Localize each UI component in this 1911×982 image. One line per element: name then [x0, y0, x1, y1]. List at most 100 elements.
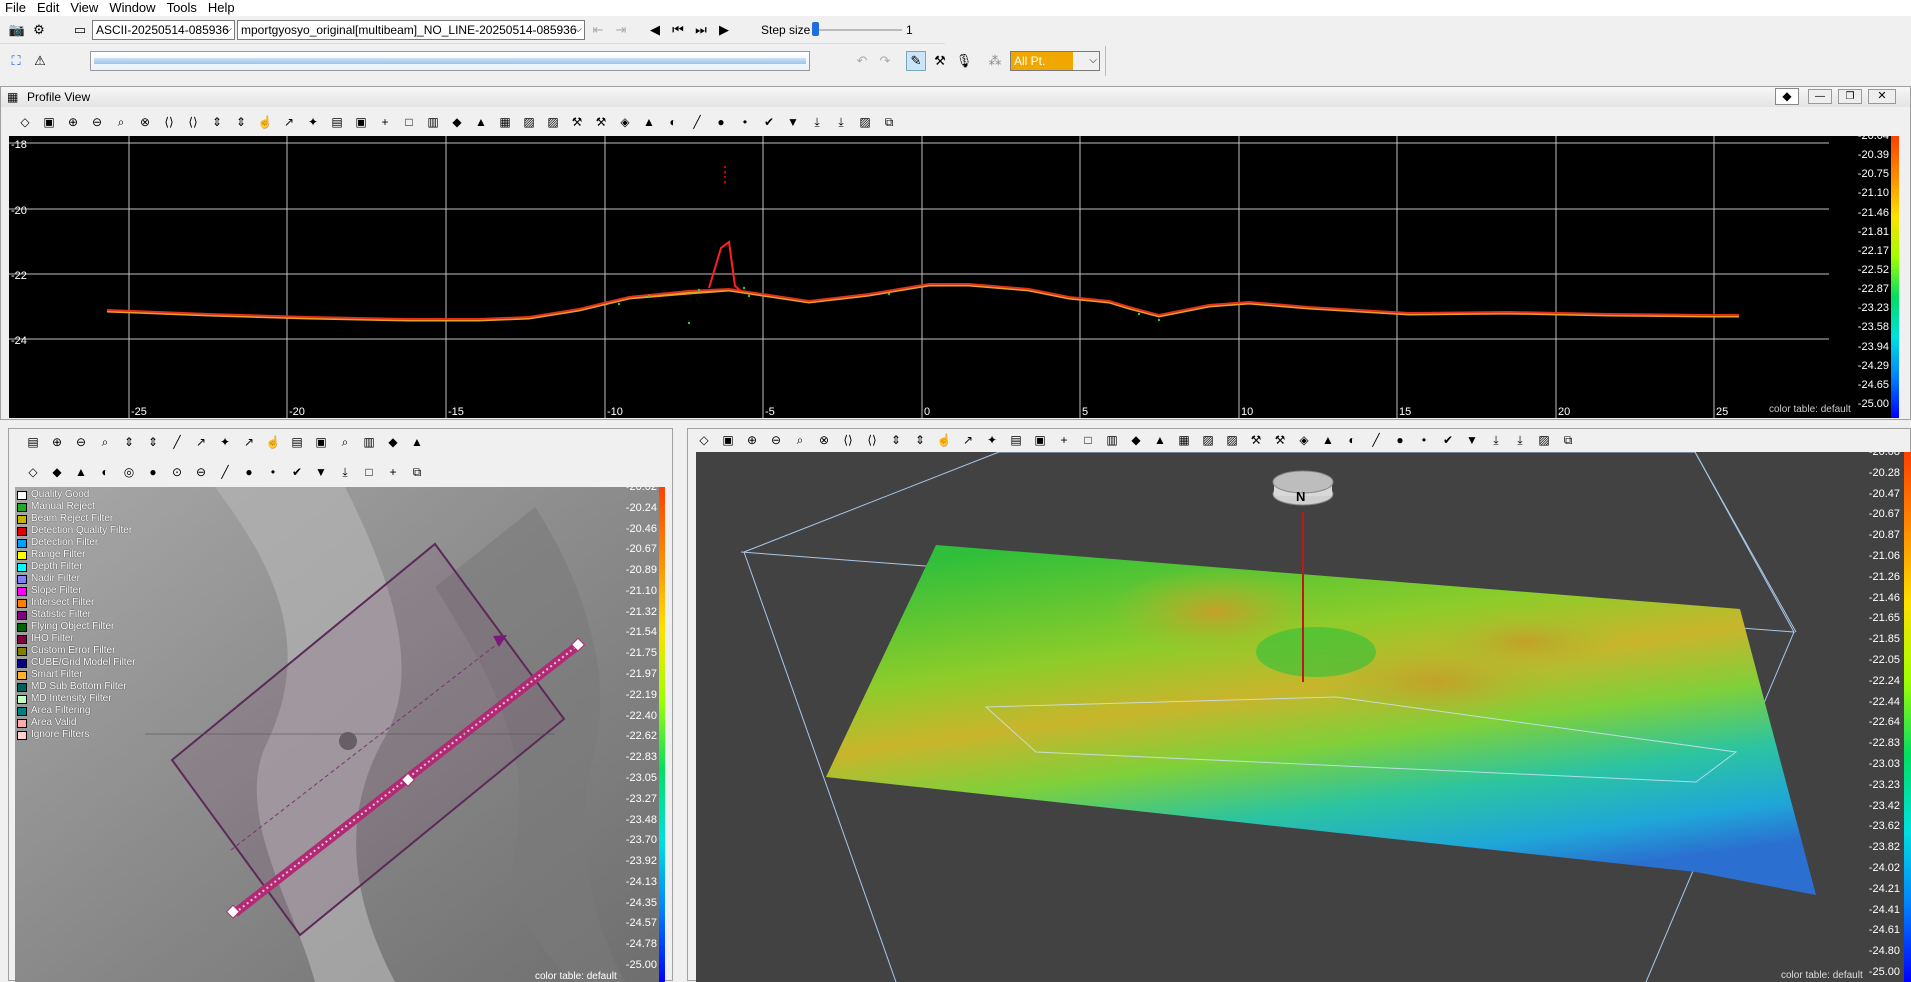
- tool-icon[interactable]: ▲: [637, 111, 661, 133]
- tool-icon[interactable]: ☝: [261, 431, 285, 453]
- legend-item[interactable]: Smart Filter: [17, 669, 83, 681]
- legend-item[interactable]: Detection Filter: [17, 537, 98, 549]
- tool-icon[interactable]: ◆: [445, 111, 469, 133]
- tool-icon[interactable]: ▨: [1220, 429, 1244, 451]
- tool-icon[interactable]: ▨: [541, 111, 565, 133]
- tool-icon[interactable]: ⊖: [85, 111, 109, 133]
- tool-icon[interactable]: ⤓: [829, 111, 853, 133]
- tool-icon[interactable]: ▤: [1004, 429, 1028, 451]
- tool-icon[interactable]: ▤: [285, 431, 309, 453]
- tool-icon[interactable]: ▥: [421, 111, 445, 133]
- tool-icon[interactable]: ◈: [1292, 429, 1316, 451]
- tool-icon[interactable]: ⇕: [229, 111, 253, 133]
- tool-icon[interactable]: ▼: [1460, 429, 1484, 451]
- profile-plot[interactable]: -18 -20 -22 -24 -25 -20 -15 -10 -5 0 5 10 15 20 25 -2…: [9, 136, 1899, 418]
- tool-icon[interactable]: ⊖: [189, 461, 213, 483]
- tool-icon[interactable]: ◐: [1340, 429, 1364, 451]
- warning-icon[interactable]: ⚠: [30, 51, 50, 71]
- tool-icon[interactable]: •: [733, 111, 757, 133]
- menu-file[interactable]: File: [0, 0, 32, 16]
- tool-icon[interactable]: ⊖: [69, 431, 93, 453]
- tool-icon[interactable]: ▨: [517, 111, 541, 133]
- legend-item[interactable]: Nadir Filter: [17, 573, 80, 585]
- tool-icon[interactable]: ⌕: [93, 431, 117, 453]
- surface-combo[interactable]: ASCII-20250514-085936 ⌵: [92, 20, 235, 40]
- pin-icon[interactable]: ◆: [1775, 88, 1799, 105]
- tool-icon[interactable]: •: [1412, 429, 1436, 451]
- legend-item[interactable]: Ignore Filters: [17, 729, 89, 741]
- tool-icon[interactable]: ╱: [685, 111, 709, 133]
- tool-icon[interactable]: ☝: [932, 429, 956, 451]
- tool-icon[interactable]: ▣: [37, 111, 61, 133]
- legend-item[interactable]: Beam Reject Filter: [17, 513, 113, 525]
- tool-icon[interactable]: ▦: [1172, 429, 1196, 451]
- plan-map[interactable]: Quality Good Manual Reject Beam Reject Fil…: [15, 487, 665, 982]
- tool-icon[interactable]: ╱: [165, 431, 189, 453]
- tool-icon[interactable]: ▣: [309, 431, 333, 453]
- undo-icon[interactable]: ↶: [852, 51, 872, 71]
- tool-icon[interactable]: ◎: [117, 461, 141, 483]
- tool-icon[interactable]: ▨: [1532, 429, 1556, 451]
- tool-icon[interactable]: ▲: [469, 111, 493, 133]
- tool-icon[interactable]: ⇕: [205, 111, 229, 133]
- tool-icon[interactable]: ✔: [757, 111, 781, 133]
- tool-icon[interactable]: ╱: [1364, 429, 1388, 451]
- play-icon[interactable]: ▶: [714, 20, 734, 40]
- legend-item[interactable]: Slope Filter: [17, 585, 82, 597]
- tool-icon[interactable]: ⇕: [117, 431, 141, 453]
- tool-icon[interactable]: ▣: [349, 111, 373, 133]
- step-slider-handle[interactable]: [812, 22, 819, 36]
- tool-icon[interactable]: +: [381, 461, 405, 483]
- play-back-icon[interactable]: ◀: [645, 20, 665, 40]
- menu-view[interactable]: View: [65, 0, 104, 16]
- legend-item[interactable]: Intersect Filter: [17, 597, 94, 609]
- tool-icon[interactable]: ✦: [980, 429, 1004, 451]
- last-icon[interactable]: ⏭: [691, 20, 711, 40]
- legend-item[interactable]: Range Filter: [17, 549, 85, 561]
- tool-icon[interactable]: ⤓: [805, 111, 829, 133]
- tool-icon[interactable]: ⚒: [930, 51, 950, 71]
- tool-icon[interactable]: ▲: [1148, 429, 1172, 451]
- menu-window[interactable]: Window: [104, 0, 161, 16]
- first-icon[interactable]: ⏮: [668, 20, 688, 40]
- legend-item[interactable]: IHO Filter: [17, 633, 74, 645]
- tool-icon[interactable]: ⇕: [908, 429, 932, 451]
- tool-icon[interactable]: ●: [237, 461, 261, 483]
- tool-icon[interactable]: ⧉: [405, 461, 429, 483]
- legend-item[interactable]: Manual Reject: [17, 501, 95, 513]
- tool-icon[interactable]: ◇: [13, 111, 37, 133]
- tool-icon[interactable]: ▤: [325, 111, 349, 133]
- tool-icon[interactable]: ╱: [213, 461, 237, 483]
- legend-item[interactable]: MD Intensity Filter: [17, 693, 112, 705]
- tool-icon[interactable]: ▨: [1196, 429, 1220, 451]
- tool-icon[interactable]: ⊗: [133, 111, 157, 133]
- tool-icon[interactable]: ✔: [285, 461, 309, 483]
- tool-icon[interactable]: ⊕: [61, 111, 85, 133]
- tool-icon[interactable]: ⌕: [333, 431, 357, 453]
- legend-item[interactable]: Custom Error Filter: [17, 645, 115, 657]
- tool-icon[interactable]: ◆: [381, 431, 405, 453]
- tool-icon[interactable]: ▦: [493, 111, 517, 133]
- tool-icon[interactable]: ▣: [1028, 429, 1052, 451]
- tool-icon[interactable]: ◈: [613, 111, 637, 133]
- legend-item[interactable]: CUBE/Grid Model Filter: [17, 657, 135, 669]
- legend-item[interactable]: MD Sub Bottom Filter: [17, 681, 127, 693]
- tool-icon[interactable]: ⌕: [788, 429, 812, 451]
- tool-icon[interactable]: ◆: [1124, 429, 1148, 451]
- maximize-button[interactable]: ❐: [1838, 89, 1862, 104]
- edit-icon[interactable]: ✎: [906, 51, 926, 71]
- tool-icon[interactable]: ☝: [253, 111, 277, 133]
- tool-icon[interactable]: ⊖: [764, 429, 788, 451]
- tool-icon[interactable]: ●: [709, 111, 733, 133]
- tool-icon[interactable]: ✦: [213, 431, 237, 453]
- tool-icon[interactable]: ✔: [1436, 429, 1460, 451]
- tool-icon[interactable]: ●: [141, 461, 165, 483]
- tool-icon[interactable]: □: [1076, 429, 1100, 451]
- points-icon[interactable]: ⁂: [985, 51, 1005, 71]
- close-button[interactable]: ✕: [1868, 89, 1896, 104]
- tool-icon[interactable]: ↗: [956, 429, 980, 451]
- tool-icon[interactable]: ⟨⟩: [836, 429, 860, 451]
- legend-item[interactable]: Area Valid: [17, 717, 76, 729]
- minimize-button[interactable]: —: [1808, 89, 1832, 104]
- tool-icon[interactable]: ⚒: [565, 111, 589, 133]
